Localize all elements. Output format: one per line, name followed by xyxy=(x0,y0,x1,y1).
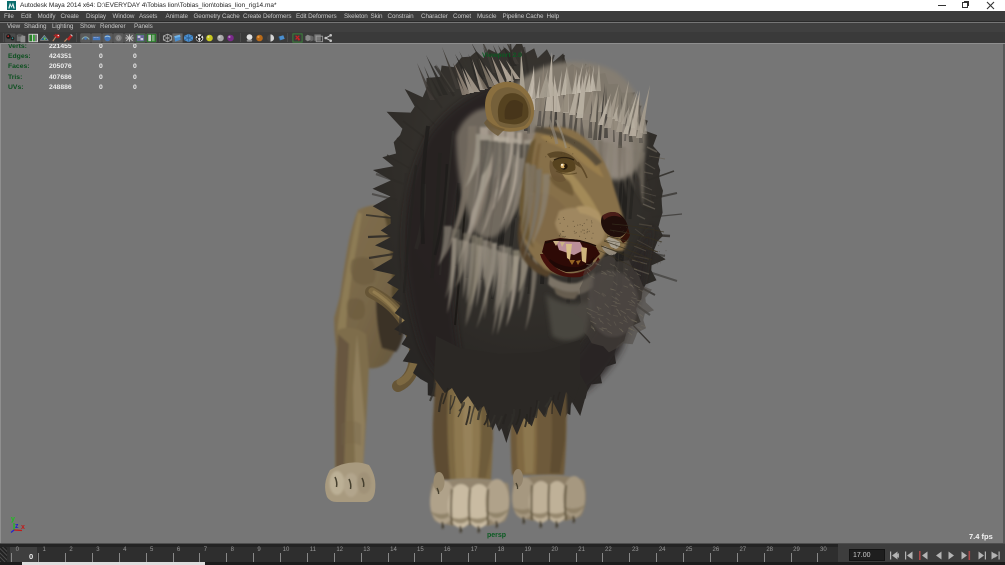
svg-text:x: x xyxy=(21,524,25,531)
svg-text:z: z xyxy=(15,523,19,530)
svg-text:y: y xyxy=(11,516,15,523)
